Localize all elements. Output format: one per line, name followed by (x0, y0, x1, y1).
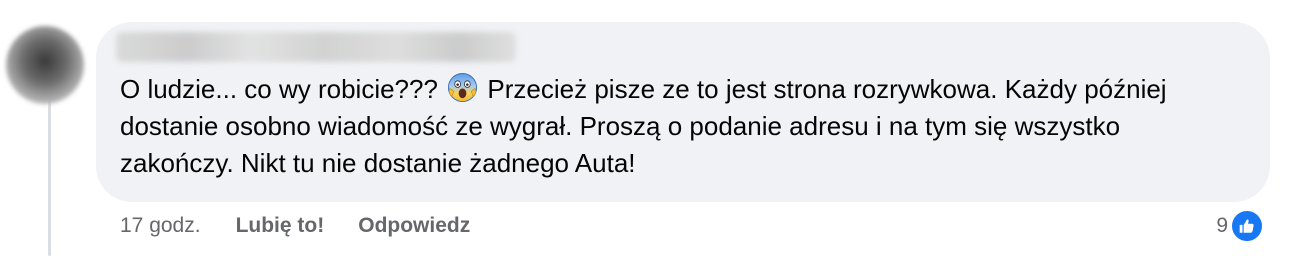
face-screaming-in-fear-icon (448, 72, 478, 103)
reactions-summary[interactable]: 9 (1216, 208, 1264, 244)
comment-text: O ludzie... co wy robicie??? Przecież pi… (120, 71, 1240, 182)
like-button[interactable]: Lubię to! (236, 214, 325, 238)
reaction-count: 9 (1216, 214, 1228, 237)
comment-container: O ludzie... co wy robicie??? Przecież pi… (0, 0, 1304, 256)
comment-actions: 17 godz. Lubię to! Odpowiedz (120, 212, 504, 240)
timestamp[interactable]: 17 godz. (120, 214, 201, 238)
author-name-blurred[interactable] (116, 32, 516, 62)
comment-text-part-1: O ludzie... co wy robicie??? (120, 74, 438, 104)
thumbs-up-icon (1239, 219, 1254, 233)
like-reaction-badge (1230, 209, 1264, 243)
thread-line (48, 96, 51, 256)
avatar[interactable] (6, 26, 84, 104)
reply-button[interactable]: Odpowiedz (358, 214, 470, 238)
